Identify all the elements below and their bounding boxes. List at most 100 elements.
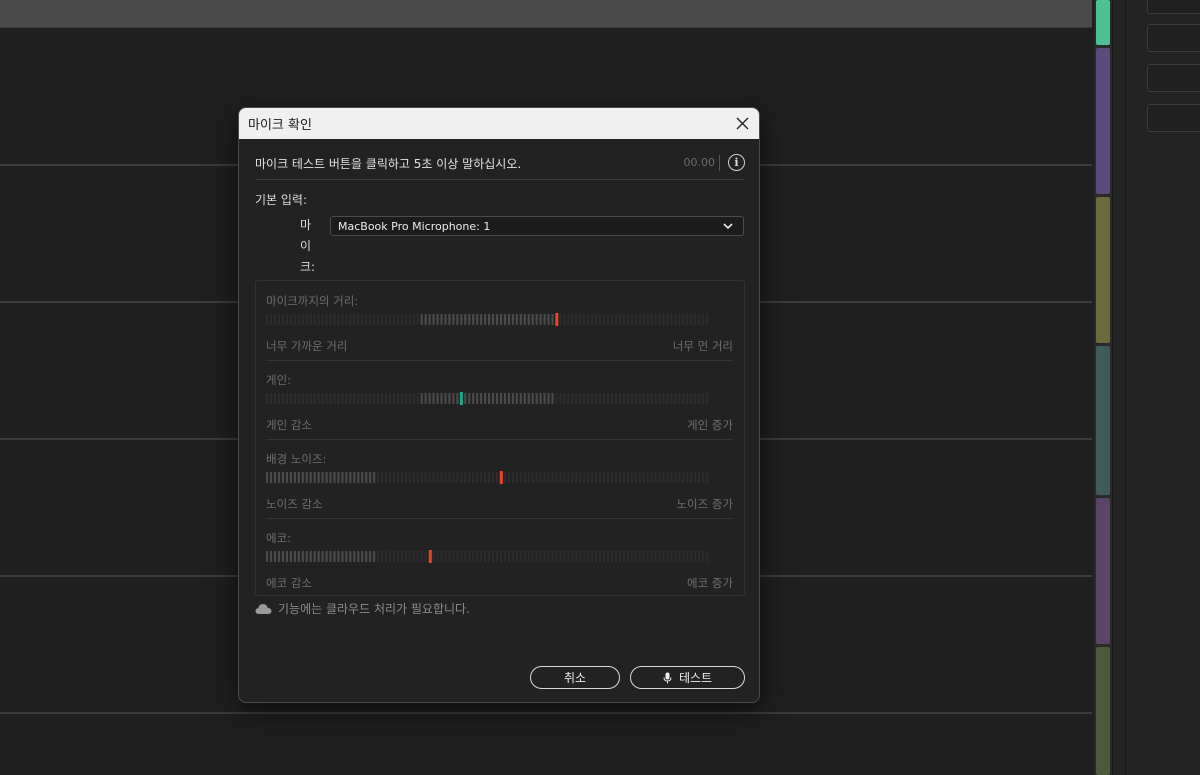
meter-tick [321, 472, 324, 483]
meter-tick [377, 551, 380, 562]
cancel-button[interactable]: 취소 [530, 666, 620, 689]
panel-field[interactable] [1147, 24, 1200, 52]
meter-tick [373, 393, 376, 404]
track-color-segment[interactable] [1096, 0, 1110, 45]
meter-tick [682, 551, 685, 562]
meter-tick [341, 472, 344, 483]
mic-select[interactable]: MacBook Pro Microphone: 1 [330, 216, 744, 236]
meter-tick [531, 472, 534, 483]
meter-tick [499, 314, 503, 325]
meter-tick [610, 314, 614, 325]
meter-tick [341, 314, 344, 325]
meter-tick [503, 314, 507, 325]
meter-tick [511, 551, 514, 562]
meter-tick [519, 314, 522, 325]
meter-tick [476, 393, 479, 404]
meter-tick [377, 314, 380, 325]
meter-tick [293, 314, 296, 325]
panel-field[interactable] [1147, 0, 1200, 14]
meter-tick [507, 472, 510, 483]
close-button[interactable] [731, 112, 753, 134]
track-color-segment[interactable] [1096, 48, 1110, 194]
meter-tick [666, 472, 669, 483]
meter-tick [563, 472, 566, 483]
meter-tick [416, 393, 419, 404]
meter-tick [392, 314, 396, 325]
meter-tick [527, 551, 530, 562]
meter-tick [309, 551, 312, 562]
panel-field[interactable] [1147, 104, 1200, 132]
meter-tick [285, 314, 288, 325]
meter-tick [575, 551, 578, 562]
meter-tick [412, 551, 415, 562]
meter-tick [464, 393, 467, 404]
meter-tick [333, 393, 336, 404]
meter-tick [511, 314, 514, 325]
meter-tick [599, 393, 602, 404]
meter-tick [480, 472, 483, 483]
track-color-segment[interactable] [1096, 498, 1110, 644]
meter-label: 게인: [266, 373, 292, 387]
meter-tick [337, 551, 340, 562]
meter-tick [480, 551, 483, 562]
meter-tick [595, 472, 598, 483]
track-color-segment[interactable] [1096, 346, 1110, 495]
meter-tick [266, 393, 269, 404]
meters-panel: 마이크까지의 거리: 너무 가까운 거리 너무 먼 거리 게인: 게인 감소 게… [255, 280, 745, 596]
meter-tick [622, 393, 625, 404]
meter-tick [523, 551, 526, 562]
track-color-strip [1094, 0, 1112, 775]
meter-tick [420, 393, 423, 404]
meter-tick [670, 472, 673, 483]
meter-tick [650, 393, 653, 404]
meter-tick [674, 472, 677, 483]
meter-tick [555, 472, 558, 483]
meter-tick [686, 472, 689, 483]
meter-tick [293, 472, 296, 483]
meter-tick [281, 314, 285, 325]
cloud-icon [255, 603, 272, 614]
meter-tick [305, 472, 308, 483]
meter-tick [321, 314, 324, 325]
meter-tick [531, 551, 534, 562]
meter-tick [488, 393, 491, 404]
meter-tick [464, 551, 467, 562]
meter-tick [543, 472, 546, 483]
meter-tick [392, 472, 396, 483]
meter-low-label: 너무 가까운 거리 [266, 339, 348, 353]
meter-tick [456, 393, 459, 404]
info-icon[interactable]: i [728, 154, 745, 171]
meter-tick [706, 551, 709, 562]
meter-tick [583, 393, 586, 404]
meter-tick [345, 551, 348, 562]
meter-tick [460, 551, 463, 562]
meter-tick [400, 472, 403, 483]
track-color-segment[interactable] [1096, 197, 1110, 343]
meter-tick [563, 393, 566, 404]
mic-label: 마이크: [300, 218, 316, 274]
meter-tick [495, 393, 499, 404]
meter-tick [539, 551, 542, 562]
section-divider [266, 360, 733, 361]
meter-tick [329, 551, 332, 562]
meter-tick [658, 393, 661, 404]
meter-tick [666, 314, 669, 325]
section-divider [266, 518, 733, 519]
meter-tick [424, 393, 427, 404]
meter-tick [519, 472, 522, 483]
meter-high-label: 너무 먼 거리 [672, 339, 733, 353]
meter-tick [488, 551, 491, 562]
meter-tick [646, 551, 649, 562]
track-color-segment[interactable] [1096, 647, 1110, 775]
meter-tick [599, 472, 602, 483]
meter-tick [515, 472, 518, 483]
test-button[interactable]: 테스트 [630, 666, 745, 689]
meter-tick [384, 472, 388, 483]
meter-low-label: 게인 감소 [266, 418, 312, 432]
meter-tick [551, 314, 554, 325]
meter-high-label: 노이즈 증가 [676, 497, 733, 511]
meter-tick [436, 393, 439, 404]
meter-tick [519, 393, 522, 404]
meter-tick [349, 472, 352, 483]
panel-field[interactable] [1147, 64, 1200, 92]
